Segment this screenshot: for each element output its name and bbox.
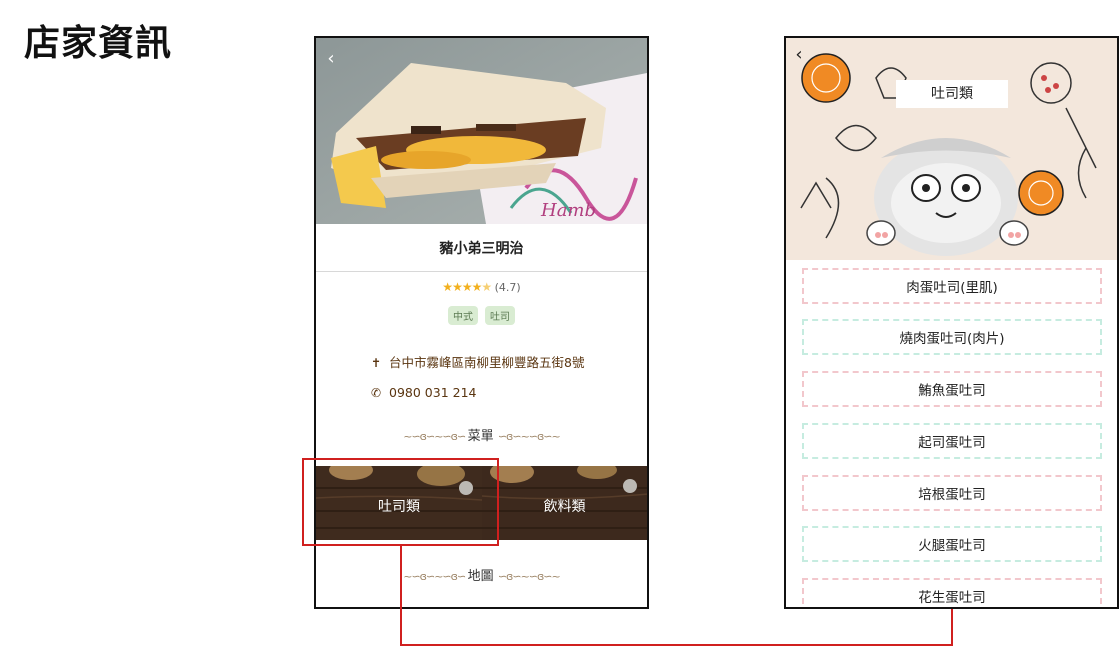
back-button[interactable]: ‹ (320, 48, 342, 70)
back-button[interactable]: ‹ (788, 44, 810, 66)
category-label: 飲料類 (543, 499, 586, 515)
chevron-left-icon: ‹ (795, 44, 803, 65)
category-label: 吐司類 (378, 499, 420, 515)
chevron-left-icon: ‹ (327, 48, 335, 69)
category-title: 吐司類 (896, 80, 1008, 108)
